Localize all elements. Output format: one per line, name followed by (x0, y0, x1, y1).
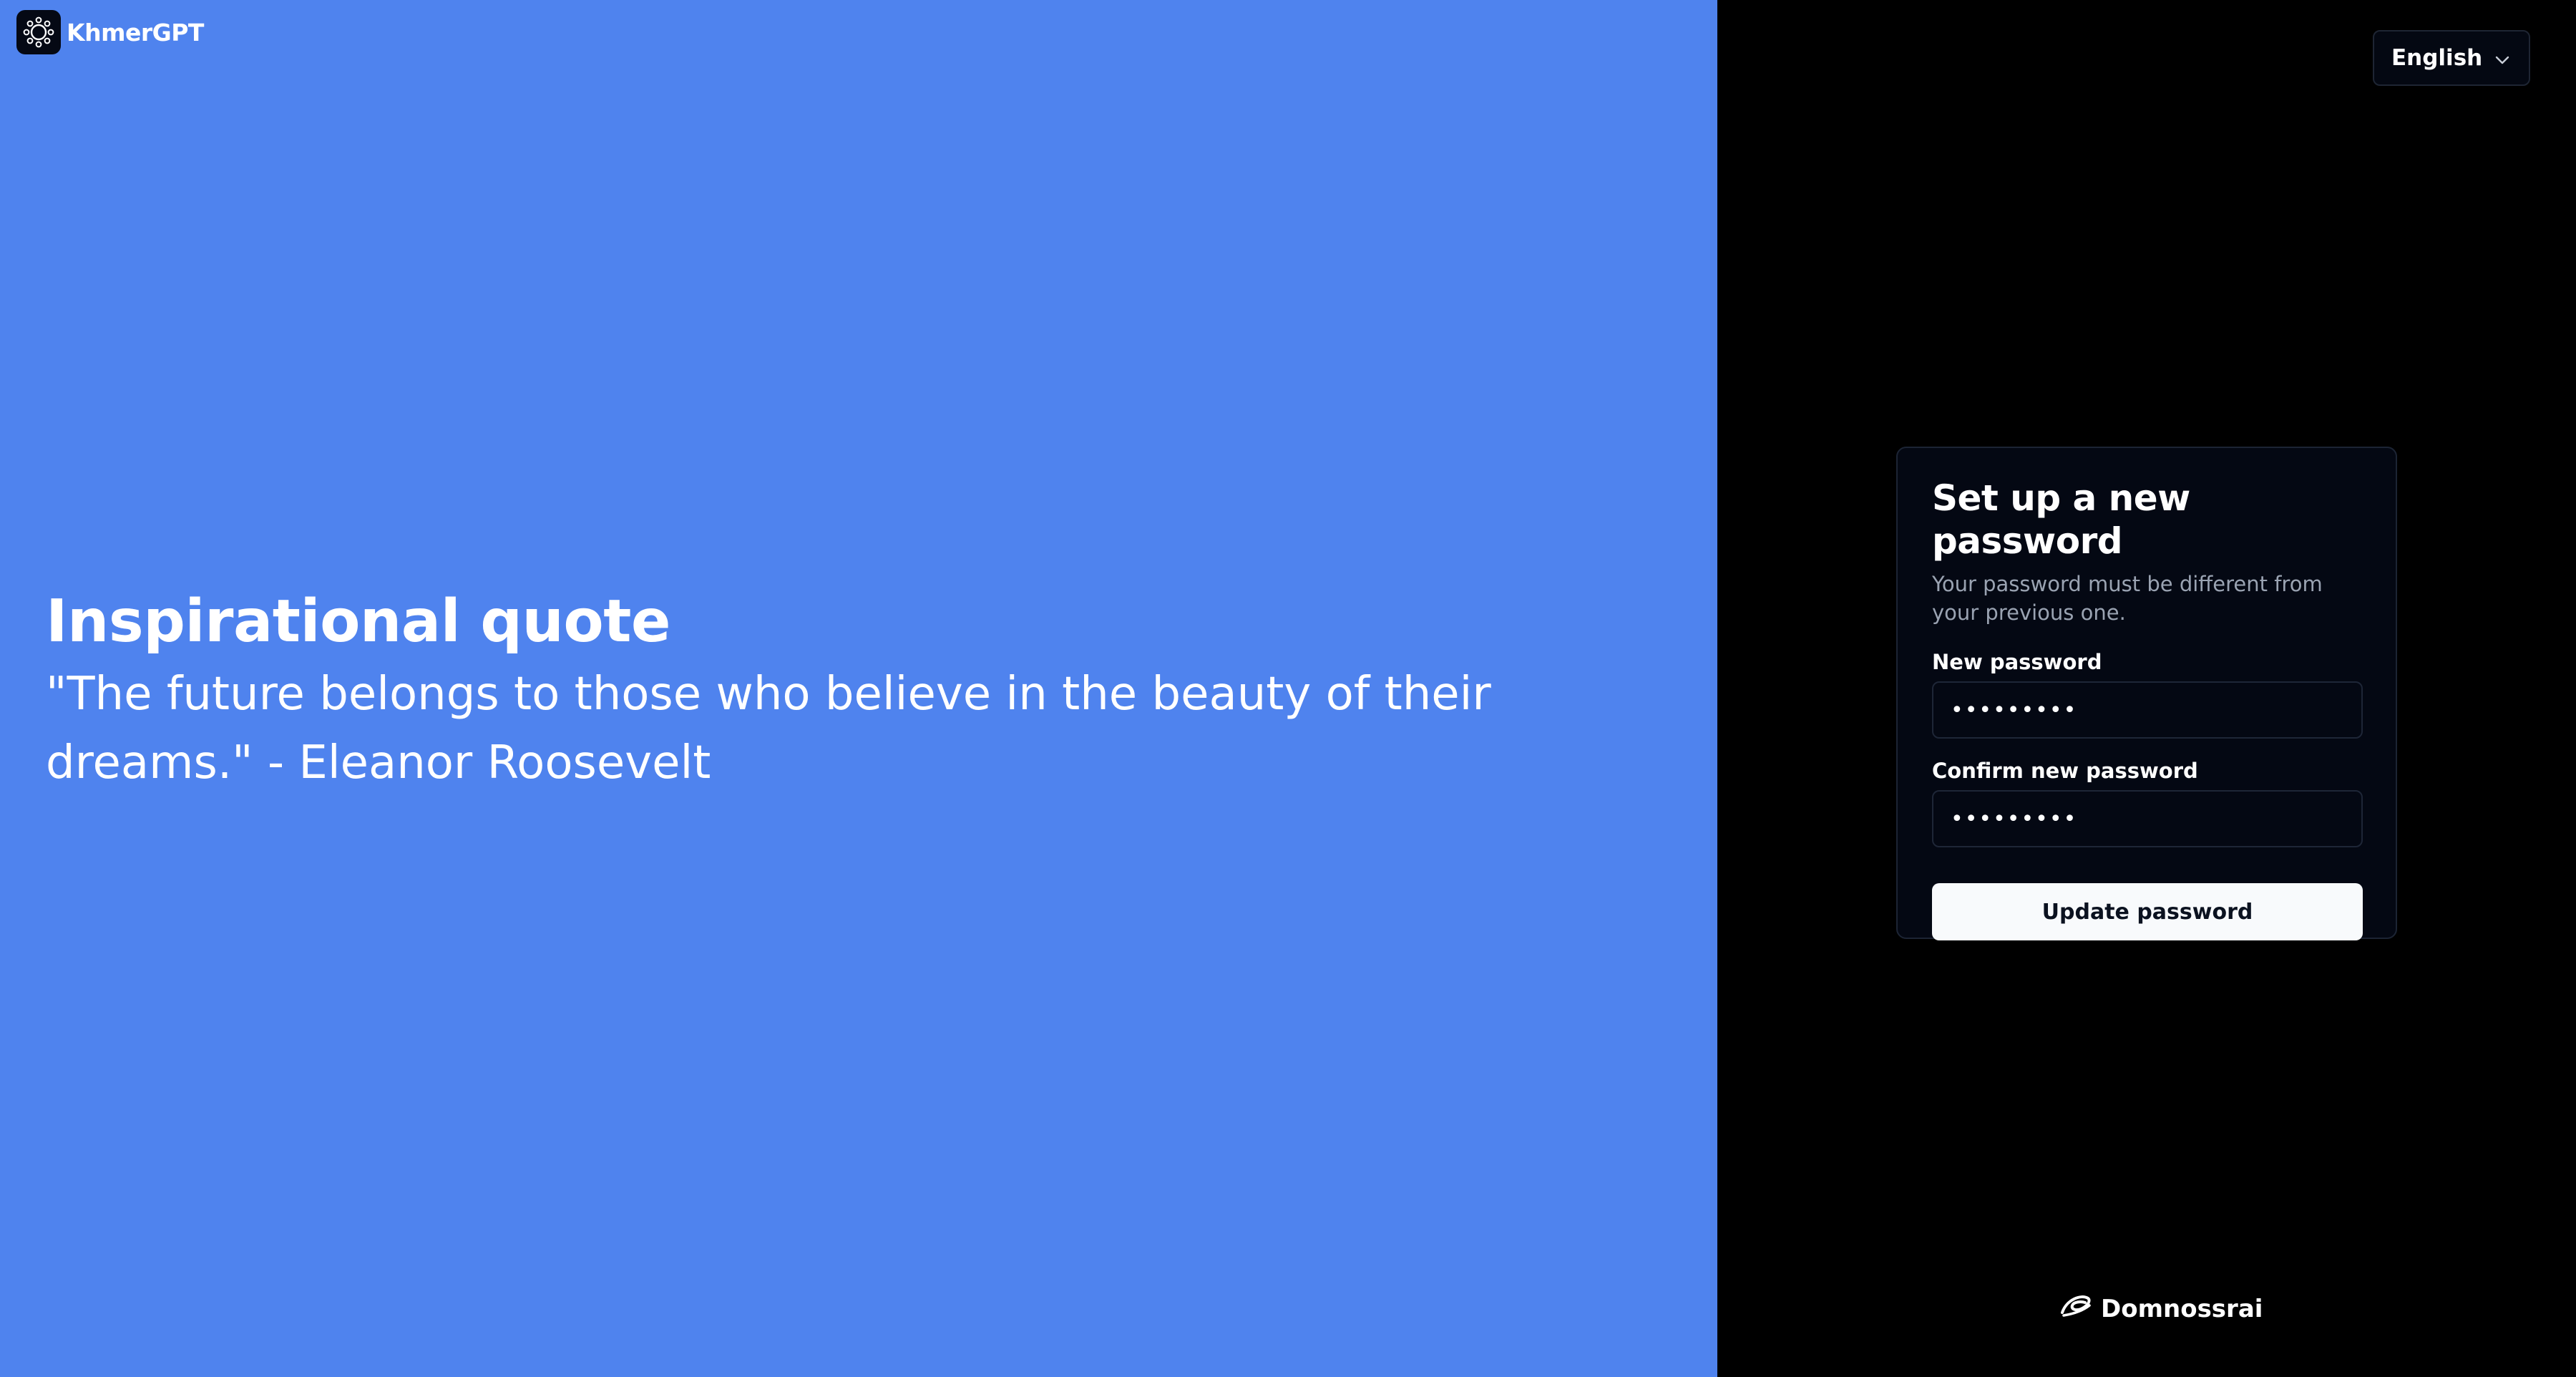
confirm-password-label: Confirm new password (1932, 759, 2198, 783)
footer-brand-name: Domnossrai (2101, 1294, 2263, 1323)
confirm-password-field-wrapper (1932, 790, 2363, 847)
quote-title: Inspirational quote (46, 588, 671, 656)
swoosh-logo-icon (2059, 1293, 2092, 1325)
quote-text: "The future belongs to those who believe… (46, 668, 1491, 790)
chevron-down-icon (2494, 45, 2510, 71)
brand-name: KhmerGPT (67, 18, 204, 47)
language-selected-label: English (2391, 45, 2483, 71)
new-password-field-wrapper (1932, 681, 2363, 739)
password-card: Set up a new password Your password must… (1896, 447, 2397, 940)
new-password-label: New password (1932, 650, 2102, 674)
form-panel: English Set up a new password Your passw… (1717, 0, 2576, 1377)
brand-header[interactable]: KhmerGPT (16, 10, 204, 54)
confirm-password-input[interactable] (1949, 805, 2346, 832)
footer-brand[interactable]: Domnossrai (2059, 1293, 2263, 1325)
hero-panel: KhmerGPT Inspirational quote "The future… (0, 0, 1717, 1377)
card-title: Set up a new password (1932, 477, 2190, 562)
new-password-input[interactable] (1949, 696, 2346, 724)
quote-block: Inspirational quote "The future belongs … (46, 588, 1692, 797)
password-reset-page: KhmerGPT Inspirational quote "The future… (0, 0, 2576, 1377)
update-password-button[interactable]: Update password (1932, 883, 2363, 940)
card-subtitle: Your password must be different from you… (1932, 572, 2323, 625)
language-select[interactable]: English (2373, 30, 2530, 86)
gear-flower-icon (16, 10, 61, 54)
